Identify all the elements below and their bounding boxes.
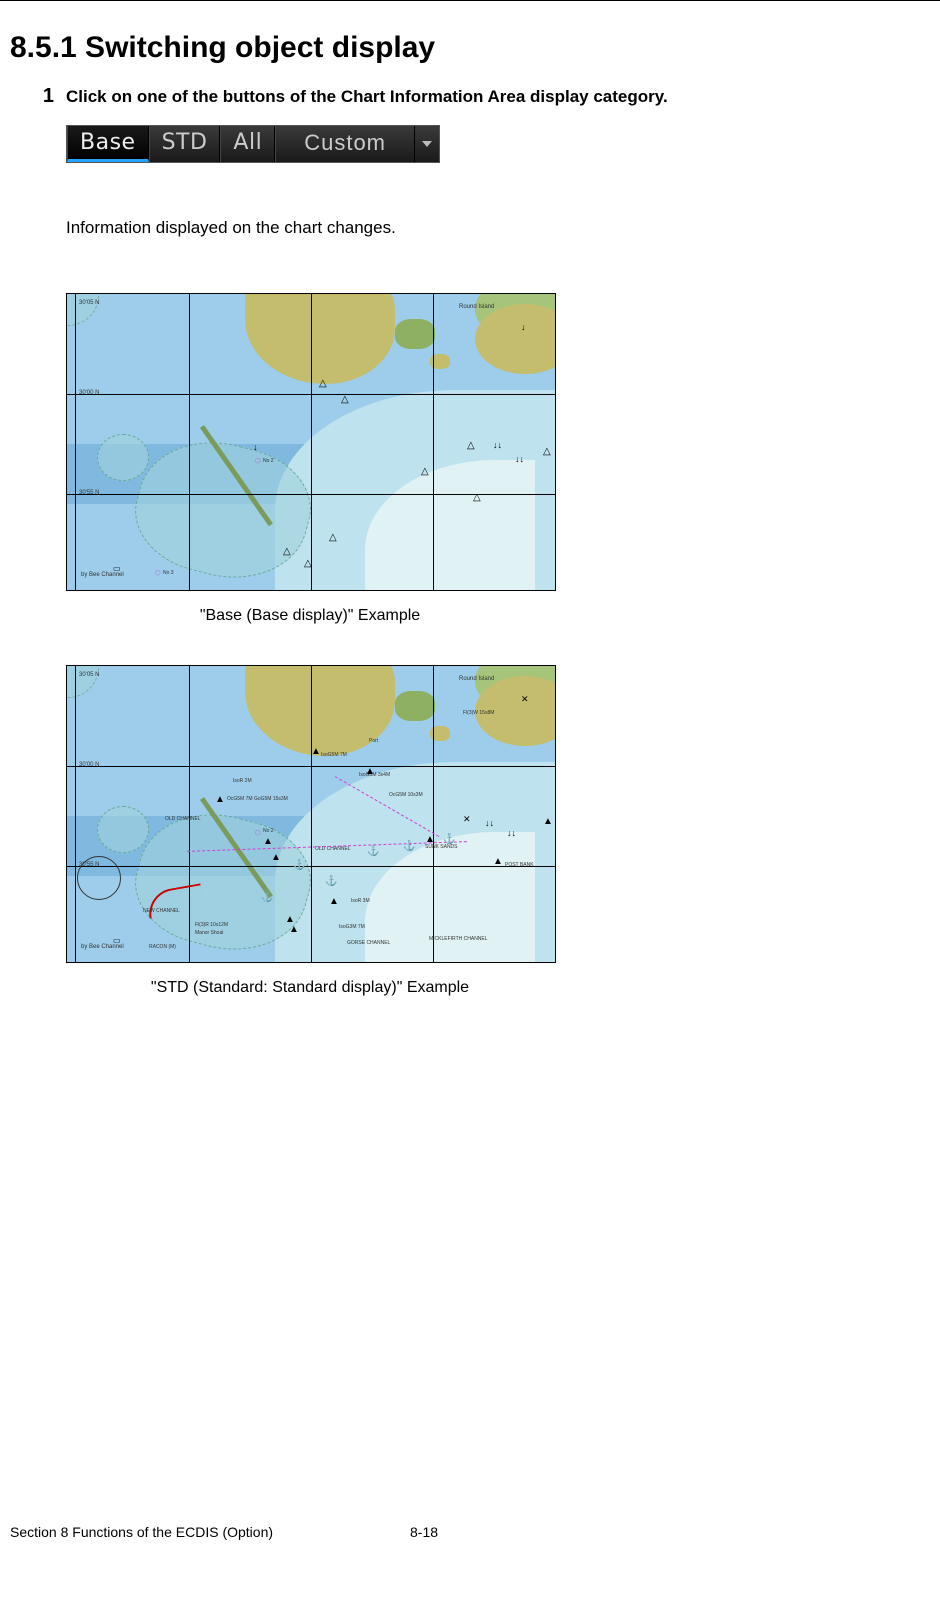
chart-example-std: Round Island Fl(3)W 15s8M Port IsoG5M 7M… — [66, 665, 556, 963]
racon-label: RACON (M) — [149, 944, 176, 950]
step-body: Click on one of the buttons of the Chart… — [66, 85, 910, 1037]
footer-section-title: Section 8 Functions of the ECDIS (Option… — [10, 1524, 410, 1540]
light4-label: OcG5M 7M GoG5M 15s3M — [227, 796, 288, 802]
light2-label: IsoG5M 7M — [321, 752, 347, 758]
step-number: 1 — [20, 85, 66, 1037]
micklefirth-label: MICKLEFIRTH CHANNEL — [429, 936, 488, 942]
std-button[interactable]: STD — [149, 126, 221, 162]
old-channel-label: OLD CHANNEL — [165, 816, 201, 822]
light6-label: OcG5M 10s3M — [389, 792, 423, 798]
figure2-caption: "STD (Standard: Standard display)" Examp… — [66, 979, 554, 997]
dropdown-button[interactable] — [415, 126, 439, 162]
pier-label: Port — [369, 738, 378, 744]
label-round-island-2: Round Island — [459, 676, 494, 682]
display-category-button-group: Base STD All Custom — [66, 125, 440, 163]
page: 8.5.1 Switching object display 1 Click o… — [0, 0, 940, 1560]
light9-label: IsoG3M 7M — [339, 924, 365, 930]
gorse-label: GORSE CHANNEL — [347, 940, 390, 946]
new-channel-label: NEW CHANNEL — [143, 908, 180, 914]
custom-button[interactable]: Custom — [275, 126, 415, 162]
buoy-no3-label: No 3 — [163, 570, 174, 576]
caret-down-icon — [422, 141, 432, 147]
light8-label: IsoR 3M — [351, 898, 370, 904]
manor-shoal-label: Manor Shoal — [195, 930, 223, 936]
footer-page-number: 8-18 — [410, 1524, 438, 1540]
no2-label: No 2 — [263, 828, 274, 834]
page-footer: Section 8 Functions of the ECDIS (Option… — [10, 1524, 910, 1540]
base-button[interactable]: Base — [67, 126, 149, 162]
light1-label: Fl(3)W 15s8M — [463, 710, 494, 716]
light7-label: Fl(3)R 10s12M — [195, 922, 228, 928]
section-heading: 8.5.1 Switching object display — [10, 31, 910, 65]
figure1-caption: "Base (Base display)" Example — [66, 607, 554, 625]
post-bank-label: POST BANK — [505, 862, 534, 868]
step-row: 1 Click on one of the buttons of the Cha… — [20, 85, 910, 1037]
info-text: Information displayed on the chart chang… — [66, 218, 910, 238]
step-instruction: Click on one of the buttons of the Chart… — [66, 87, 910, 107]
buoy-no2-label: No 2 — [263, 458, 274, 464]
label-round-island: Round Island — [459, 304, 494, 310]
chart-example-base: Round Island by Bee Channel △ △ △ △ △ △ … — [66, 293, 556, 591]
light5-label: IsoR 2M — [233, 778, 252, 784]
all-button[interactable]: All — [220, 126, 275, 162]
